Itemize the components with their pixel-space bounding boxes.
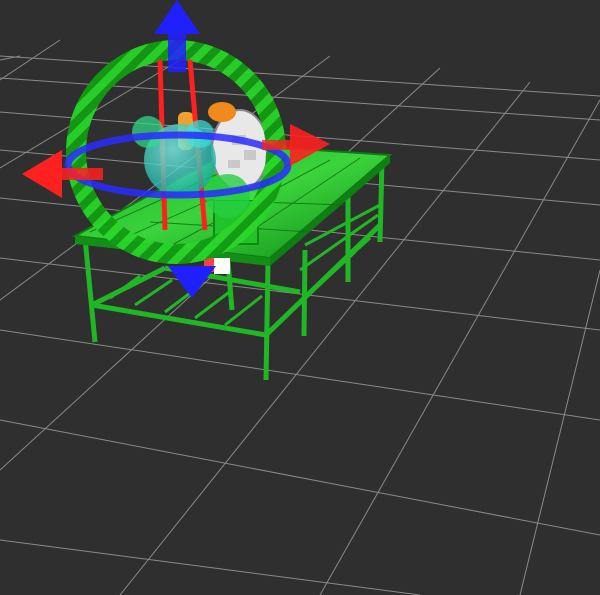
z-axis-arrow-down[interactable] xyxy=(168,266,216,298)
3d-scene-view[interactable] xyxy=(0,0,600,595)
robot-arm-orange xyxy=(208,102,236,122)
scene-canvas[interactable] xyxy=(0,0,600,595)
robot-base xyxy=(214,258,230,274)
